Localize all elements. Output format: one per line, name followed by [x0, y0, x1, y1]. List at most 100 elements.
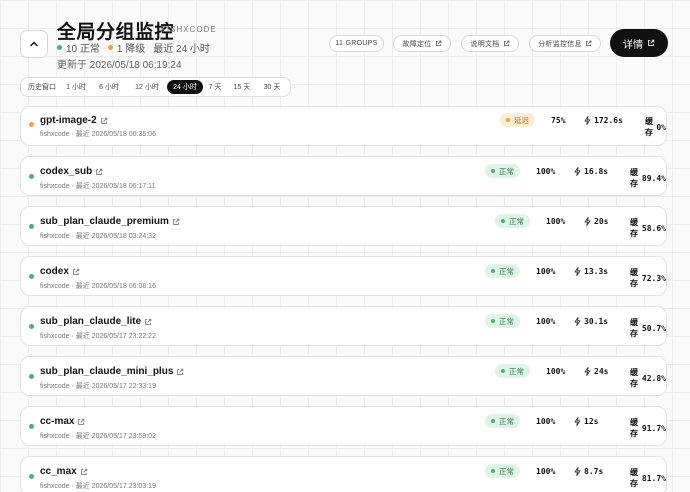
latency-metric: 172.6s	[584, 116, 623, 125]
badge-dot-icon	[491, 469, 495, 473]
cache-label: 缓存	[630, 268, 638, 288]
range-label: 24 小时	[173, 84, 197, 91]
bolt-icon	[584, 367, 591, 376]
group-name-link[interactable]: sub_plan_claude_mini_plus	[40, 366, 184, 377]
range-label: 15 天	[233, 84, 251, 91]
groups-count-label: 11 GROUPS	[335, 40, 378, 47]
range-option[interactable]: 12 小时	[128, 80, 166, 94]
cache-value: 58.6%	[641, 223, 666, 233]
uptime-value: 100%	[536, 267, 556, 276]
group-card[interactable]: cc_max fishxcode · 最近 2026/05/17 23:03:19…	[20, 456, 667, 492]
group-meta: fishxcode · 最近 2026/05/17 23:03:19	[40, 483, 156, 490]
group-name: codex_sub	[40, 166, 93, 177]
range-label: 历史窗口	[28, 84, 56, 91]
range-option[interactable]: 7 天	[204, 80, 226, 94]
uptime-value: 100%	[536, 317, 556, 326]
status-badge: 正常	[495, 214, 530, 228]
latency-value: 24s	[594, 367, 609, 376]
latency-metric: 30.1s	[574, 317, 608, 326]
docs-label: 说明文档	[470, 40, 500, 48]
details-button[interactable]: 详情	[610, 29, 668, 57]
latency-value: 8.7s	[584, 467, 604, 476]
cache-metric: 缓存 42.8%	[630, 367, 666, 389]
latency-metric: 24s	[584, 367, 608, 376]
group-card[interactable]: gpt-image-2 fishxcode · 最近 2026/05/18 00:…	[20, 106, 667, 146]
external-link-icon	[145, 318, 152, 325]
external-link-icon	[435, 40, 441, 46]
degraded-count: 1 降级	[116, 44, 146, 55]
group-card[interactable]: codex fishxcode · 最近 2026/05/18 06:08:16 正…	[20, 256, 667, 296]
fault-locate-button[interactable]: 故障定位	[393, 35, 451, 52]
external-link-icon	[648, 39, 655, 46]
bolt-icon	[574, 467, 581, 476]
range-option[interactable]: 历史窗口	[24, 80, 60, 94]
status-badge: 正常	[485, 314, 520, 328]
group-card[interactable]: codex_sub fishxcode · 最近 2026/05/18 06:17…	[20, 156, 667, 196]
group-name: sub_plan_claude_mini_plus	[40, 366, 174, 377]
range-option[interactable]: 30 天	[259, 80, 285, 94]
status-text: 延迟	[514, 115, 529, 125]
status-text: 正常	[499, 316, 514, 326]
latency-value: 172.6s	[594, 116, 623, 125]
group-meta: fishxcode · 最近 2026/05/17 23:59:02	[40, 433, 156, 440]
group-name: gpt-image-2	[40, 115, 97, 126]
cache-metric: 缓存 91.7%	[630, 417, 666, 439]
range-option[interactable]: 6 小时	[92, 80, 126, 94]
page-header: 全局分组监控 FISHXCODE 10 正常 1 降级 最近 24 小时 更新于…	[0, 0, 690, 72]
range-option-active[interactable]: 24 小时	[167, 80, 203, 94]
group-name-link[interactable]: gpt-image-2	[40, 115, 108, 126]
badge-dot-icon	[501, 369, 505, 373]
external-link-icon	[503, 40, 509, 46]
status-text: 正常	[499, 466, 514, 476]
external-link-icon	[80, 468, 87, 475]
analysis-button[interactable]: 分析监控信息	[529, 35, 601, 52]
details-label: 详情	[623, 39, 643, 51]
status-text: 正常	[499, 266, 514, 276]
external-link-icon	[585, 40, 592, 46]
collapse-button[interactable]	[20, 30, 48, 58]
status-badge: 正常	[485, 264, 520, 278]
bolt-icon	[584, 217, 591, 226]
range-option[interactable]: 15 天	[229, 80, 255, 94]
badge-dot-icon	[491, 269, 495, 273]
status-text: 正常	[499, 166, 514, 176]
badge-dot-icon	[506, 118, 510, 122]
latency-value: 16.8s	[584, 167, 609, 176]
status-dot-icon	[29, 424, 34, 429]
status-badge: 正常	[495, 364, 530, 378]
analysis-label: 分析监控信息	[538, 40, 582, 48]
cache-label: 缓存	[630, 218, 638, 238]
uptime-value: 75%	[551, 116, 566, 125]
latency-metric: 16.8s	[574, 167, 608, 176]
cache-value: 91.7%	[641, 423, 666, 433]
group-card[interactable]: sub_plan_claude_mini_plus fishxcode · 最近 …	[20, 356, 667, 396]
latency-metric: 20s	[584, 217, 608, 226]
fault-locate-label: 故障定位	[402, 40, 432, 48]
group-name-link[interactable]: cc_max	[40, 466, 88, 477]
uptime-value: 100%	[536, 417, 556, 426]
status-dot-icon	[29, 374, 34, 379]
group-name-link[interactable]: sub_plan_claude_premium	[40, 216, 180, 227]
status-dot-icon	[29, 122, 34, 127]
group-card[interactable]: sub_plan_claude_premium fishxcode · 最近 20…	[20, 206, 667, 246]
uptime-value: 100%	[546, 367, 566, 376]
badge-dot-icon	[491, 169, 495, 173]
group-name-link[interactable]: codex_sub	[40, 166, 103, 177]
docs-button[interactable]: 说明文档	[461, 35, 519, 52]
cache-label: 缓存	[630, 168, 638, 188]
external-link-icon	[96, 168, 103, 175]
cache-value: 81.7%	[641, 473, 666, 483]
status-text: 正常	[509, 366, 524, 376]
group-meta: fishxcode · 最近 2026/05/18 06:08:16	[40, 283, 156, 290]
cache-metric: 缓存 72.3%	[630, 267, 666, 289]
external-link-icon	[177, 368, 184, 375]
range-option[interactable]: 1 小时	[62, 80, 90, 94]
group-name-link[interactable]: cc-max	[40, 416, 85, 427]
cache-value: 42.8%	[641, 373, 666, 383]
group-name-link[interactable]: codex	[40, 266, 80, 277]
latency-metric: 12s	[574, 417, 598, 426]
group-name: sub_plan_claude_lite	[40, 316, 142, 327]
group-name-link[interactable]: sub_plan_claude_lite	[40, 316, 152, 327]
group-card[interactable]: cc-max fishxcode · 最近 2026/05/17 23:59:02…	[20, 406, 667, 446]
group-card[interactable]: sub_plan_claude_lite fishxcode · 最近 2026/…	[20, 306, 667, 346]
